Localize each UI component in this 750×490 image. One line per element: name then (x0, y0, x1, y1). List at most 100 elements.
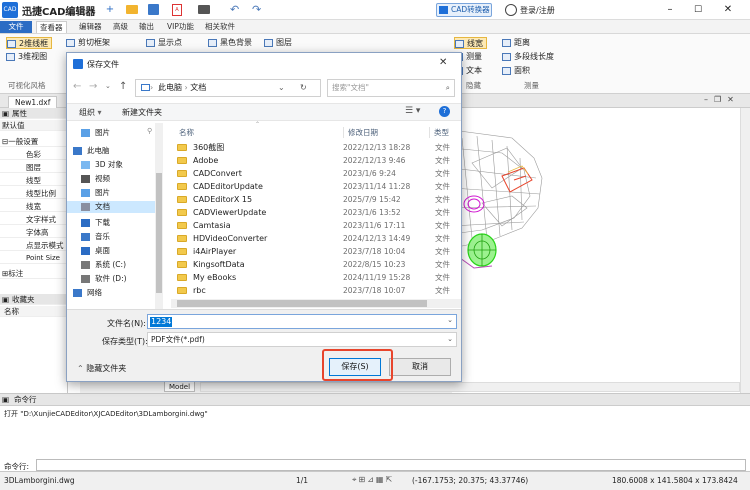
file-row[interactable]: HDVideoConverter 2024/12/13 14:49 文件 (171, 232, 461, 245)
search-input[interactable]: 搜索"文档" ⌕ (327, 79, 455, 97)
minimize-button[interactable]: – (660, 2, 680, 18)
file-row[interactable]: Camtasia 2023/11/6 17:11 文件 (171, 219, 461, 232)
nav-item[interactable]: 网络 (67, 287, 157, 299)
view-3d-button[interactable]: 3维视图 (6, 51, 47, 63)
nav-item[interactable]: 图片 (67, 127, 157, 139)
nav-item[interactable]: 系统 (C:) (67, 259, 157, 271)
file-row[interactable]: KingsoftData 2022/8/15 10:23 文件 (171, 258, 461, 271)
menu-vip[interactable]: VIP功能 (164, 21, 197, 33)
recent-dropdown-icon[interactable]: ⌄ (105, 82, 111, 90)
file-row[interactable]: CADConvert 2023/1/6 9:24 文件 (171, 167, 461, 180)
nav-item[interactable]: 桌面 (67, 245, 157, 257)
user-icon[interactable] (505, 4, 517, 16)
address-bar[interactable]: › 此电脑 › 文档 ⌄ ↻ (135, 79, 321, 97)
breadcrumb-documents[interactable]: 文档 (190, 83, 206, 92)
file-list-hscrollbar[interactable] (171, 299, 461, 308)
file-row[interactable]: 360截图 2022/12/13 18:28 文件 (171, 141, 461, 154)
forward-button[interactable]: → (89, 81, 97, 92)
properties-default[interactable]: 默认值 (0, 120, 68, 131)
snap-icons[interactable]: ⌖⊞⊿▦⇱ (352, 475, 394, 485)
polyline-length-button[interactable]: 多段线长度 (502, 51, 554, 63)
menu-file[interactable]: 文件 (0, 21, 32, 33)
print-icon[interactable] (198, 5, 210, 14)
file-row[interactable]: Adobe 2022/12/13 9:46 文件 (171, 154, 461, 167)
doc-tab-new1[interactable]: New1.dxf (8, 96, 58, 108)
file-row[interactable]: CADEditorX 15 2025/7/9 15:42 文件 (171, 193, 461, 206)
address-dropdown-icon[interactable]: ⌄ (278, 80, 285, 96)
pdf-icon[interactable]: A (172, 4, 182, 16)
nav-item[interactable]: 文档 (67, 201, 157, 213)
refresh-icon[interactable]: ↻ (300, 80, 307, 96)
close-button[interactable]: ✕ (718, 2, 738, 18)
redo-icon[interactable]: ↷ (252, 3, 261, 16)
new-icon[interactable]: + (104, 4, 116, 16)
maximize-button[interactable]: ☐ (688, 2, 708, 18)
filename-dropdown-icon[interactable]: ⌄ (447, 316, 453, 324)
black-background-button[interactable]: 黑色背景 (208, 37, 252, 49)
help-icon[interactable]: ? (439, 106, 450, 117)
nav-item[interactable]: 软件 (D:) (67, 273, 157, 285)
nav-item[interactable]: 下载 (67, 217, 157, 229)
pin-icon[interactable]: ⚲ (147, 127, 152, 135)
filename-input[interactable]: 1234 ⌄ (147, 314, 457, 329)
back-button[interactable]: ← (73, 81, 81, 92)
organize-button[interactable]: 组织 ▾ (79, 107, 102, 118)
file-row[interactable]: CADEditorUpdate 2023/11/14 11:28 文件 (171, 180, 461, 193)
doc-close-button[interactable]: ✕ (727, 95, 740, 104)
wireframe-2d-button[interactable]: 2维线框 (6, 37, 53, 49)
nav-item-label: 桌面 (95, 246, 110, 255)
view-options-icon[interactable]: ☰ ▾ (405, 106, 420, 116)
file-row[interactable]: CADViewerUpdate 2023/1/6 13:52 文件 (171, 206, 461, 219)
section-annotation[interactable]: ⊞标注 (0, 268, 68, 279)
breadcrumb-this-pc[interactable]: 此电脑 (158, 83, 182, 92)
command-toggle-icon[interactable]: ▣ (2, 394, 9, 406)
doc-minimize-button[interactable]: – (704, 95, 714, 104)
favorites-toggle-icon[interactable]: ▣ (2, 294, 9, 304)
dialog-close-button[interactable]: ✕ (439, 57, 447, 68)
cancel-button[interactable]: 取消 (389, 358, 451, 376)
distance-button[interactable]: 距离 (502, 37, 530, 49)
clip-frame-button[interactable]: 剪切框架 (66, 37, 110, 49)
filetype-select[interactable]: PDF文件(*.pdf) ⌄ (147, 332, 457, 347)
section-general[interactable]: ⊟一般设置 (0, 136, 68, 147)
column-header-date[interactable]: 修改日期 (343, 127, 378, 138)
open-folder-icon[interactable] (126, 5, 138, 14)
drawing-canvas[interactable] (451, 108, 750, 393)
nav-item[interactable]: 音乐 (67, 231, 157, 243)
file-row[interactable]: My eBooks 2024/11/19 15:28 文件 (171, 271, 461, 284)
nav-item[interactable]: 3D 对象 (67, 159, 157, 171)
column-header-name[interactable]: 名称 (179, 127, 194, 138)
file-hscroll-thumb[interactable] (177, 300, 427, 307)
nav-item[interactable]: 此电脑 (67, 145, 157, 157)
nav-item[interactable]: 图片 (67, 187, 157, 199)
login-link[interactable]: 登录/注册 (520, 5, 555, 16)
vertical-scrollbar[interactable] (740, 108, 750, 393)
command-header: ▣ 命令行 (0, 394, 750, 406)
undo-icon[interactable]: ↶ (230, 3, 239, 16)
command-input[interactable] (36, 459, 746, 471)
layers-button[interactable]: 图层 (264, 37, 292, 49)
menu-viewer[interactable]: 查看器 (36, 21, 67, 33)
nav-scroll-thumb[interactable] (156, 173, 162, 293)
show-points-button[interactable]: 显示点 (146, 37, 182, 49)
new-folder-button[interactable]: 新建文件夹 (122, 107, 162, 118)
menu-output[interactable]: 输出 (136, 21, 157, 33)
hide-folders-toggle[interactable]: ⌃ 隐藏文件夹 (77, 363, 126, 374)
file-row[interactable]: rbc 2023/7/18 10:07 文件 (171, 284, 461, 297)
doc-restore-button[interactable]: ❐ (714, 95, 727, 104)
horizontal-scrollbar[interactable] (200, 382, 740, 392)
area-button[interactable]: 面积 (502, 65, 530, 77)
menu-advanced[interactable]: 高级 (110, 21, 131, 33)
nav-item[interactable]: 视频 (67, 173, 157, 185)
column-header-type[interactable]: 类型 (429, 127, 449, 138)
nav-scrollbar[interactable] (155, 123, 163, 309)
up-button[interactable]: ↑ (119, 81, 127, 92)
menu-editor[interactable]: 编辑器 (76, 21, 105, 33)
panel-toggle-icon[interactable]: ▣ (2, 108, 9, 118)
file-row[interactable]: i4AirPlayer 2023/7/18 10:04 文件 (171, 245, 461, 258)
model-tab[interactable]: Model (164, 381, 196, 392)
line-width-button[interactable]: 线宽 (454, 37, 487, 49)
menu-related[interactable]: 相关软件 (202, 21, 238, 33)
converter-button[interactable]: CAD转换器 (436, 3, 492, 17)
save-icon[interactable] (148, 4, 159, 15)
